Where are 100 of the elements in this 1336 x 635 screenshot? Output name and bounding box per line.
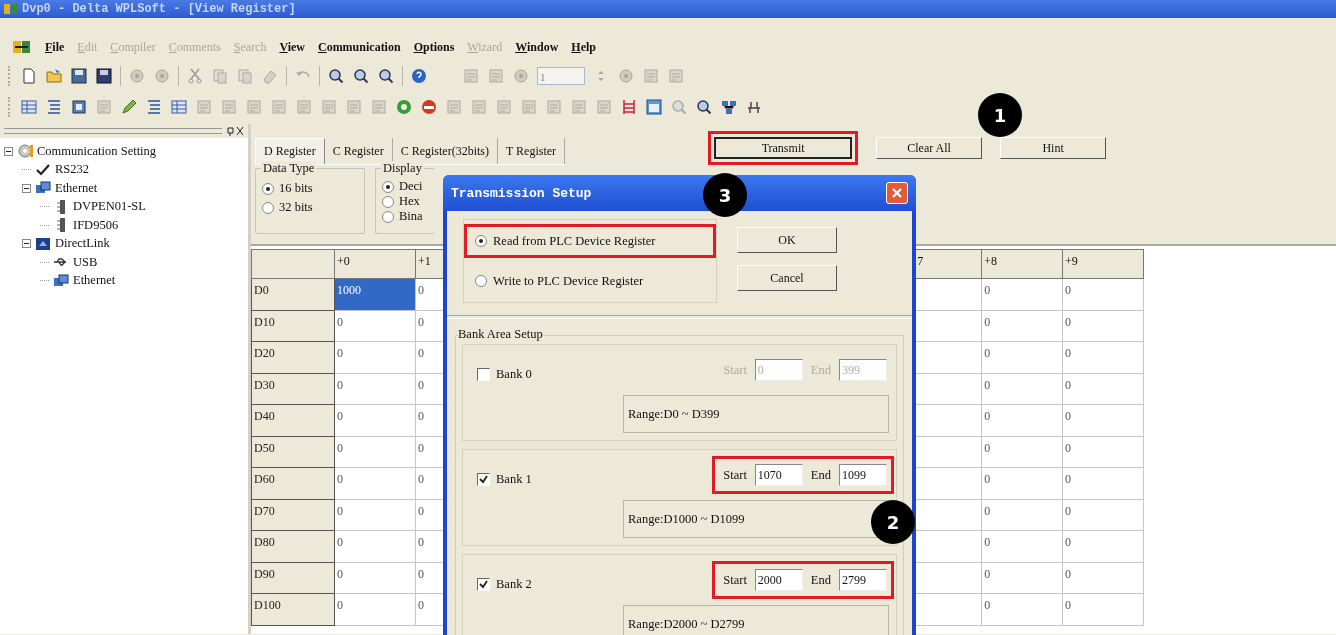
collapse-icon[interactable] [4, 146, 13, 156]
table-cell[interactable]: 0 [1062, 436, 1144, 468]
action-button[interactable]: Transmit [714, 137, 853, 159]
table-cell[interactable]: 0 [1062, 562, 1144, 594]
table-cell[interactable]: 0 [981, 467, 1063, 499]
copy-icon[interactable] [211, 66, 229, 85]
table-cell[interactable]: 0 [1062, 530, 1144, 562]
circle-icon[interactable] [617, 66, 635, 85]
radio-button[interactable] [382, 180, 394, 193]
menu-item[interactable]: Window [515, 39, 559, 55]
table-cell[interactable]: 0 [1062, 373, 1144, 405]
table-cell[interactable]: 0 [334, 373, 416, 405]
app-icon [4, 3, 18, 15]
table-cell[interactable]: 0 [981, 436, 1063, 468]
table-cell[interactable]: 0 [334, 436, 416, 468]
zoom-icon[interactable] [377, 66, 395, 85]
table-cell[interactable]: 0 [334, 467, 416, 499]
menu-item[interactable]: File [45, 39, 65, 55]
tree-item[interactable]: DVPEN01-SL [73, 199, 146, 215]
tree-item[interactable]: Ethernet [73, 273, 116, 289]
table-cell[interactable]: 0 [981, 278, 1063, 310]
table-cell[interactable]: 0 [334, 593, 416, 625]
action-button[interactable]: Hint [1000, 137, 1107, 159]
window-icon[interactable] [645, 97, 663, 116]
stop-icon[interactable] [420, 97, 438, 116]
close-button[interactable] [886, 182, 908, 204]
input-field[interactable]: 1070 [754, 464, 803, 486]
zoom-icon[interactable] [327, 66, 345, 85]
tab[interactable]: D Register [255, 138, 325, 164]
radio-button[interactable] [382, 210, 394, 223]
table-cell[interactable]: 0 [1062, 310, 1144, 342]
link-icon [35, 235, 51, 252]
radio-button[interactable] [262, 201, 274, 214]
table-cell[interactable]: 0 [981, 562, 1063, 594]
table-cell[interactable]: 0 [981, 530, 1063, 562]
open-folder-icon[interactable] [45, 66, 63, 85]
tree-item[interactable]: IFD9506 [73, 217, 119, 233]
tree-item[interactable]: DirectLink [55, 236, 110, 252]
table-cell[interactable]: 0 [1062, 341, 1144, 373]
list-icon[interactable] [145, 97, 163, 116]
tree-item[interactable]: Communication Setting [37, 143, 157, 159]
cut-icon[interactable] [186, 66, 204, 85]
menu-item[interactable]: View [279, 39, 305, 55]
pin-close-icon[interactable] [226, 126, 244, 136]
radio-button[interactable] [262, 182, 274, 195]
menu-item[interactable]: Options [413, 39, 455, 55]
menu-item[interactable]: Help [571, 39, 597, 55]
checkbox[interactable] [477, 367, 490, 381]
save-icon[interactable] [70, 66, 88, 85]
table-cell[interactable]: 0 [334, 310, 416, 342]
circle-icon[interactable] [153, 66, 171, 85]
save-as-icon[interactable] [95, 66, 113, 85]
tree-item[interactable]: USB [73, 254, 98, 270]
table-cell[interactable]: 0 [334, 341, 416, 373]
table-cell[interactable]: 0 [1062, 278, 1144, 310]
action-button[interactable]: Clear All [876, 137, 983, 159]
ladder-icon[interactable] [620, 97, 638, 116]
option-label: 16 bits [279, 181, 313, 196]
table-cell[interactable]: 0 [334, 530, 416, 562]
group-title: Display [381, 161, 424, 176]
table-cell[interactable]: 0 [1062, 593, 1144, 625]
table-cell[interactable]: 0 [981, 499, 1063, 531]
input-field[interactable]: 1099 [839, 464, 887, 486]
tree-item[interactable]: Ethernet [55, 180, 98, 196]
paste-icon[interactable] [236, 66, 254, 85]
table-cell[interactable]: 0 [334, 562, 416, 594]
checkbox[interactable] [477, 577, 490, 591]
zoom-icon[interactable] [352, 66, 370, 85]
tree-icon[interactable] [45, 97, 63, 116]
table-cell[interactable]: 0 [1062, 404, 1144, 436]
table-cell[interactable]: 0 [981, 373, 1063, 405]
input-field[interactable]: 2799 [839, 569, 887, 591]
table-cell[interactable]: 0 [981, 310, 1063, 342]
collapse-icon[interactable] [22, 239, 31, 249]
table-cell[interactable]: 0 [1062, 467, 1144, 499]
table-cell[interactable]: 0 [981, 593, 1063, 625]
table-cell[interactable]: 0 [1062, 499, 1144, 531]
new-document-icon[interactable] [20, 66, 38, 85]
table-cell[interactable]: 0 [981, 341, 1063, 373]
menu-item[interactable]: Communication [317, 39, 401, 55]
option-label: Bina [399, 209, 423, 224]
help-icon[interactable] [410, 66, 428, 85]
collapse-icon[interactable] [22, 183, 31, 193]
dialog-button[interactable]: Cancel [737, 265, 837, 291]
table-cell[interactable]: 0 [334, 404, 416, 436]
table-cell[interactable]: 1000 [334, 278, 416, 310]
dialog-button[interactable]: OK [737, 227, 837, 253]
table-cell[interactable]: 0 [981, 404, 1063, 436]
radio-button[interactable] [475, 275, 487, 287]
circle-icon[interactable] [395, 97, 413, 116]
radio-button[interactable] [475, 235, 487, 247]
grid-icon[interactable] [20, 97, 38, 116]
circle-icon[interactable] [128, 66, 146, 85]
zoom-icon[interactable] [695, 97, 713, 116]
checkbox[interactable] [477, 472, 490, 486]
tree-item[interactable]: RS232 [55, 162, 90, 178]
radio-button[interactable] [382, 195, 394, 208]
table-icon[interactable] [170, 97, 188, 116]
table-cell[interactable]: 0 [334, 499, 416, 531]
input-field[interactable]: 2000 [754, 569, 803, 591]
